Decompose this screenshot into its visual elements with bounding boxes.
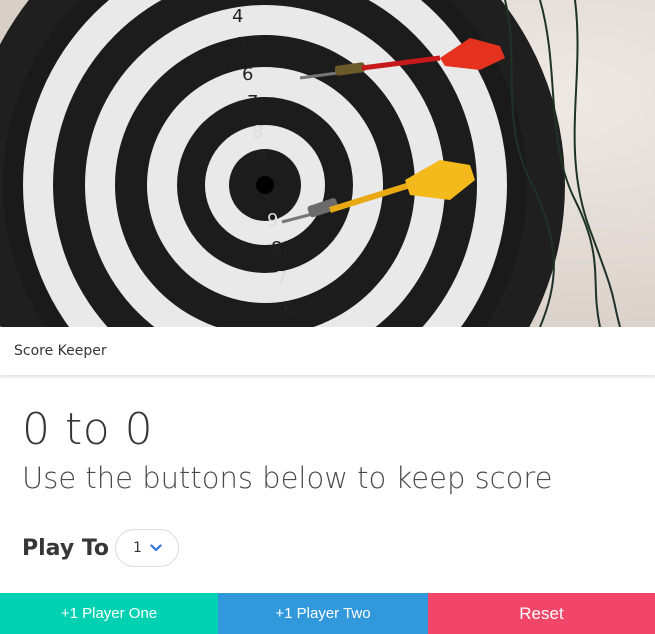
player-two-button[interactable]: +1 Player Two (218, 593, 428, 634)
ring-number: 5 (236, 34, 247, 55)
score-section: 0 to 0 Use the buttons below to keep sco… (22, 400, 553, 496)
ring-number: 9 (256, 148, 267, 169)
play-to-select[interactable]: 1 (115, 529, 180, 567)
score-display: 0 to 0 (22, 404, 154, 455)
ring-number: 7 (276, 268, 287, 289)
ring-number: 9 (267, 210, 278, 231)
ring-number: 8 (271, 238, 282, 259)
button-footer: +1 Player One +1 Player Two Reset (0, 593, 655, 634)
play-to-selected-value: 1 (133, 540, 142, 556)
player-one-button[interactable]: +1 Player One (0, 593, 218, 634)
app-title: Score Keeper (14, 343, 107, 359)
play-to-control: Play To 1 (22, 528, 180, 568)
ring-number: 8 (252, 122, 263, 143)
ring-number: 7 (247, 92, 258, 113)
play-to-label: Play To (22, 535, 110, 561)
ring-number: 6 (242, 64, 253, 85)
dartboard-illustration: 4 5 6 7 8 9 9 8 7 6 (0, 0, 655, 327)
app-header: Score Keeper (0, 327, 655, 375)
reset-button[interactable]: Reset (428, 593, 655, 634)
ring-number: 6 (283, 299, 294, 320)
chevron-down-icon (150, 544, 162, 552)
hero-image: 4 5 6 7 8 9 9 8 7 6 (0, 0, 655, 327)
ring-number: 4 (232, 6, 243, 27)
score-subtitle: Use the buttons below to keep score (22, 461, 553, 495)
